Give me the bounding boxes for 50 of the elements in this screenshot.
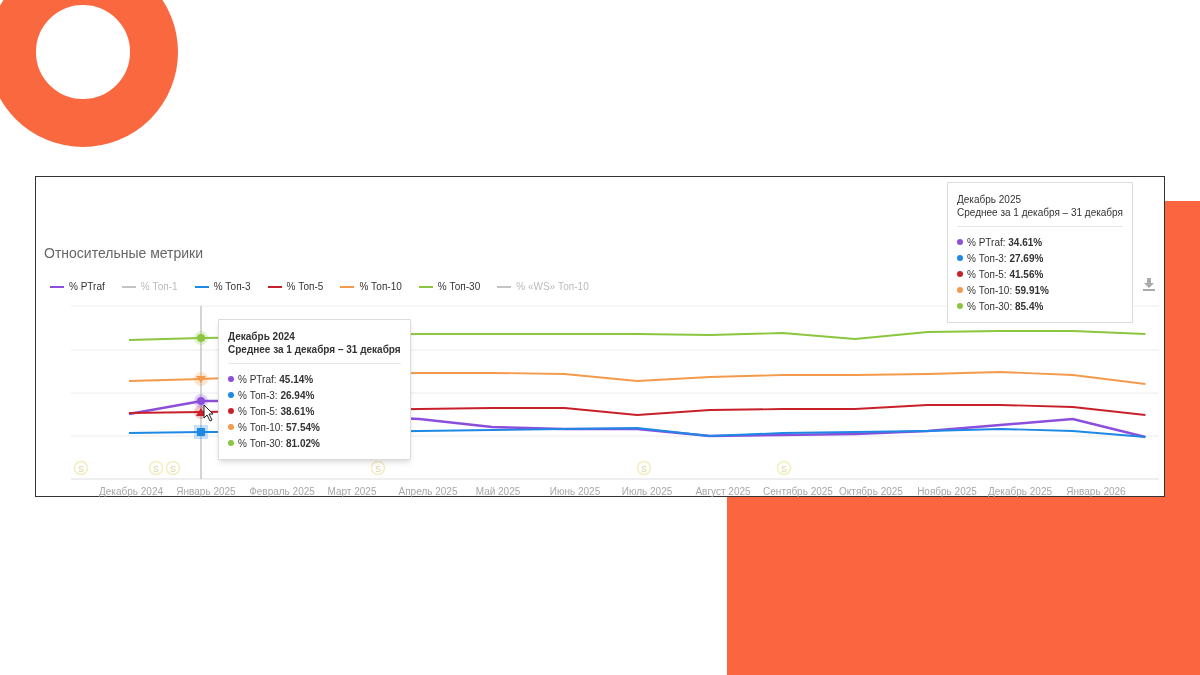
axis-label: Ноябрь 2025 [917,486,977,497]
tooltip-subtitle: Среднее за 1 декабря – 31 декабря [957,206,1123,219]
chart-title: Относительные метрики [44,244,204,263]
tooltip-value: % Топ-5: 41.56% [967,267,1044,282]
tooltip-value: % Топ-10: 57.54% [238,420,320,435]
tooltip-value: % PTraf: 34.61% [967,235,1043,250]
tooltip-value: % PTraf: 45.14% [238,372,314,387]
event-marker[interactable]: S [776,460,792,476]
event-marker[interactable]: S [73,460,89,476]
tooltip-value: % Топ-30: 85.4% [967,299,1044,314]
tooltip-value: % Топ-3: 26.94% [238,388,315,403]
legend-line [121,285,136,288]
legend-item[interactable]: % PTraf [50,279,105,294]
tooltip-title: Декабрь 2025 [957,194,1022,206]
tooltip-value: % Топ-10: 59.91% [967,283,1049,298]
event-marker[interactable]: S [148,460,164,476]
tooltip-value: % Топ-30: 81.02% [238,436,320,451]
legend-item[interactable]: % Топ-30 [418,279,481,294]
event-marker[interactable]: S [636,460,652,476]
point-marker [194,394,208,408]
axis-label: Декабрь 2025 [988,486,1052,497]
tooltip-value: % Топ-5: 38.61% [238,404,315,419]
legend-item[interactable]: % Топ-10 [340,279,402,294]
event-marker[interactable]: S [370,460,386,476]
cursor-icon [203,404,214,422]
axis-label: Январь 2025 [176,486,236,497]
point-marker [194,425,208,439]
tooltip-subtitle: Среднее за 1 декабря – 31 декабря [228,343,401,356]
point-marker [194,372,208,386]
legend-line [497,285,512,288]
axis-label: Март 2025 [327,486,377,497]
point-marker [194,331,208,345]
legend-item[interactable]: % Топ-3 [194,279,251,294]
axis-label: Июль 2025 [621,486,673,497]
axis-label: Август 2025 [695,486,751,497]
event-marker[interactable]: S [165,460,181,476]
legend-item[interactable]: % Топ-1 [121,279,178,294]
axis-label: Апрель 2025 [398,486,458,497]
tooltip-title: Декабрь 2024 [228,331,296,343]
axis-label: Январь 2026 [1066,486,1126,497]
axis-label: Октябрь 2025 [839,486,903,497]
axis-label: Июнь 2025 [549,486,601,497]
axis-label: Май 2025 [475,486,521,497]
axis-label: Декабрь 2024 [99,486,163,497]
axis-label: Сентябрь 2025 [763,486,833,497]
tooltip-value: % Топ-3: 27.69% [967,251,1044,266]
download-icon[interactable] [1142,277,1156,291]
axis-label: Февраль 2025 [249,486,315,497]
legend-item[interactable]: % «WS» Топ-10 [497,279,589,294]
legend-item[interactable]: % Топ-5 [267,279,324,294]
